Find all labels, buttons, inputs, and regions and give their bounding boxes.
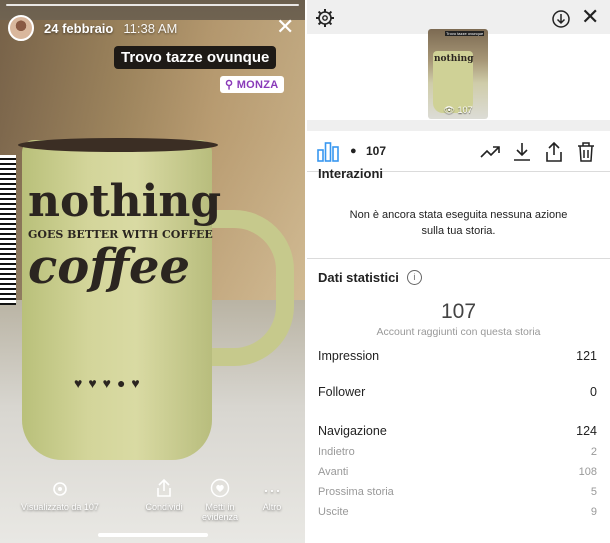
story-view: nothing GOES BETTER WITH COFFEE coffee ♥… [0, 0, 305, 543]
share-button[interactable]: Condividi [136, 478, 192, 512]
nav-row-back: Indietro 2 [318, 446, 597, 458]
avatar[interactable] [8, 15, 34, 41]
story-caption: Trovo tazze ovunque [114, 46, 277, 69]
highlight-button[interactable]: Metti in evidenza [194, 478, 246, 523]
trash-icon[interactable] [575, 141, 597, 163]
nav-label: Prossima storia [318, 486, 394, 498]
price-sticker [0, 155, 16, 305]
stat-value: 0 [590, 385, 597, 399]
nav-row-next-story: Prossima storia 5 [318, 486, 597, 498]
nav-label: Avanti [318, 466, 349, 478]
location-sticker[interactable]: ⚲ MONZA [220, 76, 284, 93]
divider [307, 258, 610, 259]
mug-hearts-decoration: ♥♥♥●♥ [74, 375, 146, 391]
nav-row-exits: Uscite 9 [318, 506, 597, 518]
story-progress-bar [6, 4, 299, 6]
interactions-title: Interazioni [318, 166, 384, 181]
toolbar-view-count: 107 [366, 144, 387, 158]
gear-icon[interactable] [315, 8, 335, 28]
story-thumbnail[interactable]: Trovo tazze ovunque nothing 👁 107 [428, 29, 488, 119]
eye-icon: ● [350, 145, 357, 157]
close-story-icon[interactable]: ✕ [276, 16, 294, 38]
reach-label: Account raggiunti con questa storia [376, 326, 541, 338]
no-action-message: Non è ancora stata eseguita nessuna azio… [349, 209, 568, 237]
close-insights-icon[interactable]: ✕ [581, 6, 599, 28]
thumbnail-view-count: 👁 107 [428, 105, 488, 116]
stat-label: Navigazione [318, 424, 387, 438]
mug-print: nothing GOES BETTER WITH COFFEE coffee [28, 176, 222, 295]
mug-rim [18, 138, 218, 152]
download-icon[interactable] [511, 141, 533, 163]
stat-row-follower[interactable]: Follower 0 [318, 385, 597, 399]
more-button[interactable]: ··· Altro [254, 478, 290, 512]
stat-label: Impression [318, 349, 380, 363]
trending-icon[interactable] [479, 141, 501, 163]
stat-value: 121 [576, 349, 597, 363]
share-icon[interactable] [543, 141, 565, 163]
thumbnail-mug-text: nothing [434, 54, 474, 64]
location-label: MONZA [236, 79, 279, 91]
story-date: 24 febbraio [44, 20, 114, 36]
nav-label: Indietro [318, 446, 355, 458]
stat-label: Follower [318, 385, 366, 399]
stat-row-navigation[interactable]: Navigazione 124 [318, 424, 597, 438]
more-icon: ··· [263, 480, 281, 500]
reach-value: 107 [440, 300, 477, 323]
nav-value: 5 [590, 486, 597, 498]
stats-title: Dati statistici i [318, 270, 422, 285]
eye-icon [50, 478, 70, 502]
stat-row-impression[interactable]: Impression 121 [318, 349, 597, 363]
nav-value: 108 [578, 466, 597, 478]
bar-chart-icon[interactable] [317, 142, 339, 162]
heart-icon [210, 478, 230, 502]
home-indicator [98, 533, 208, 537]
nav-row-forward: Avanti 108 [318, 466, 597, 478]
download-circle-icon[interactable] [551, 9, 571, 29]
story-header: 24 febbraio 11:38 AM [8, 14, 177, 42]
viewed-by-button[interactable]: Visualizzato da 107 [12, 478, 108, 512]
nav-label: Uscite [318, 506, 349, 518]
nav-value: 2 [590, 446, 597, 458]
more-label: Altro [262, 502, 282, 512]
story-time: 11:38 AM [123, 20, 178, 36]
mug-handle [206, 210, 294, 366]
mug-text-nothing: nothing [28, 176, 222, 227]
nav-value: 9 [590, 506, 597, 518]
thumbnail-count-value: 107 [457, 105, 473, 115]
story-bottom-bar: Visualizzato da 107 Condividi Metti in e… [0, 478, 305, 538]
mug-text-coffee: coffee [28, 239, 191, 295]
thumbnail-caption: Trovo tazze ovunque [445, 31, 485, 36]
share-icon [155, 478, 173, 502]
viewed-by-label: Visualizzato da 107 [21, 502, 99, 512]
eye-icon: 👁 [443, 105, 455, 115]
location-pin-icon: ⚲ [225, 79, 234, 91]
highlight-label: Metti in evidenza [201, 502, 239, 523]
insights-panel: ✕ Trovo tazze ovunque nothing 👁 107 ● 10… [307, 0, 610, 543]
share-label: Condividi [145, 502, 183, 512]
stat-value: 124 [576, 424, 597, 438]
stats-title-label: Dati statistici [318, 270, 399, 285]
info-icon[interactable]: i [406, 270, 422, 285]
